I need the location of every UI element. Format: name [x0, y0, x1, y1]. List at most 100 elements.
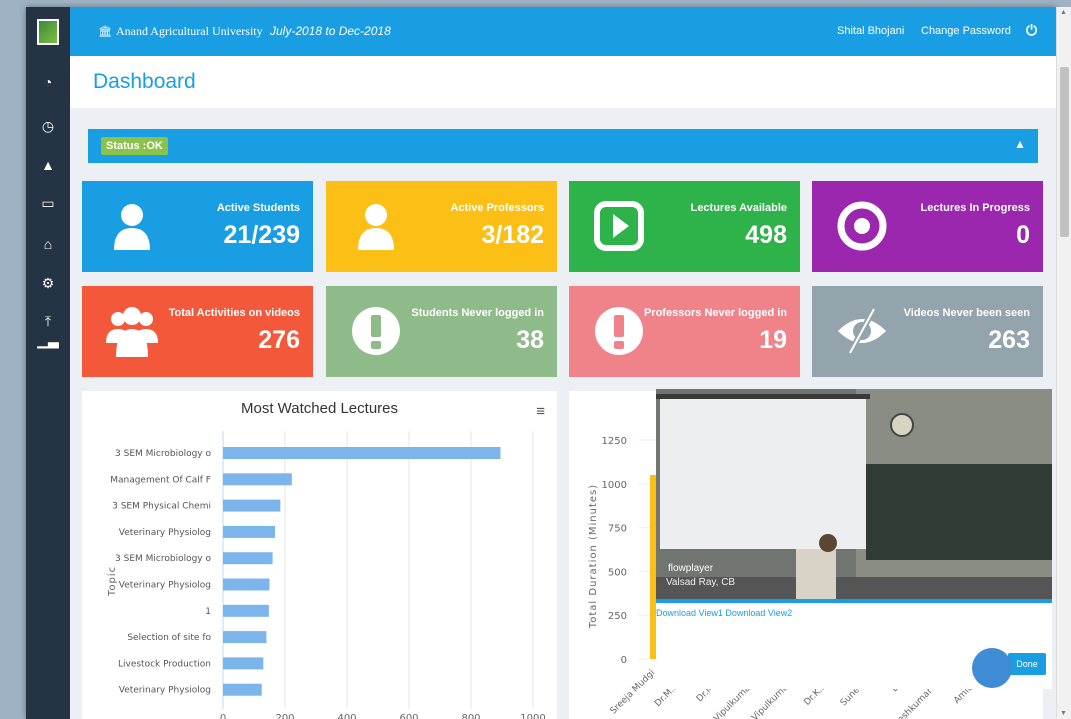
- bar: [223, 631, 267, 644]
- bar: [223, 525, 276, 538]
- video-watermark: flowplayer: [668, 563, 714, 574]
- monitor-icon[interactable]: ▭: [26, 195, 70, 212]
- user-icon: [114, 204, 150, 250]
- exclamation-icon: [595, 307, 643, 355]
- done-button[interactable]: Done: [1008, 653, 1046, 675]
- card-label: Total Activities on videos: [168, 307, 300, 319]
- exclamation-icon: [352, 307, 400, 355]
- video-screen[interactable]: flowplayer Valsad Ray, CB: [656, 389, 1052, 603]
- status-badge: Status :OK: [101, 137, 168, 155]
- y-tick-label: 3 SEM Microbiology o: [115, 554, 211, 564]
- bar: [223, 447, 501, 459]
- card-students-never-logged[interactable]: Students Never logged in 38: [326, 286, 557, 377]
- gear-icon[interactable]: ⚙: [26, 275, 70, 292]
- bar: [223, 604, 269, 617]
- bar-chart-icon[interactable]: ▁▃: [26, 332, 70, 349]
- scrollbar[interactable]: ▲ ▼: [1056, 7, 1071, 719]
- bar: [223, 552, 273, 565]
- card-videos-never-seen[interactable]: Videos Never been seen 263: [812, 286, 1043, 377]
- y-tick-label: 0: [621, 655, 627, 666]
- x-tick-label: 600: [399, 713, 418, 719]
- y-tick-label: Livestock Production: [118, 659, 211, 669]
- y-tick-label: 1: [205, 607, 211, 617]
- scrollbar-thumb[interactable]: [1060, 67, 1069, 237]
- card-label: Lectures In Progress: [920, 202, 1030, 214]
- y-axis-title: Total Duration (Minutes): [588, 484, 599, 629]
- browser-viewport: 🏛 Anand Agricultural University July-2018…: [26, 7, 1056, 719]
- clock-icon[interactable]: ◷: [26, 118, 70, 135]
- y-tick-label: Veterinary Physiolog: [119, 581, 211, 591]
- y-axis-title: Topic: [107, 566, 118, 597]
- card-value: 0: [1016, 221, 1030, 249]
- x-tick-label: 200: [275, 713, 294, 719]
- card-active-professors[interactable]: Active Professors 3/182: [326, 181, 557, 272]
- download-links[interactable]: Download View1 Download View2: [656, 608, 792, 618]
- change-password-link[interactable]: Change Password: [921, 25, 1011, 37]
- university-name[interactable]: 🏛 Anand Agricultural University: [98, 24, 263, 39]
- target-icon: [837, 201, 887, 251]
- card-value: 276: [258, 326, 300, 354]
- y-tick-label: Veterinary Physiolog: [119, 528, 211, 538]
- scroll-down-icon[interactable]: ▼: [1060, 710, 1067, 717]
- logo-box[interactable]: [26, 7, 70, 56]
- x-tick-label: Sreeja Mudgi: [609, 668, 657, 716]
- card-value: 19: [759, 326, 787, 354]
- card-value: 498: [745, 221, 787, 249]
- page-title: Dashboard: [93, 70, 196, 93]
- bar: [223, 473, 292, 486]
- x-tick-label: 1000: [520, 713, 545, 719]
- y-tick-label: 3 SEM Microbiology o: [115, 449, 211, 459]
- y-tick-label: 3 SEM Physical Chemi: [112, 502, 211, 512]
- video-caption: Valsad Ray, CB: [666, 577, 735, 588]
- lecture-video-frame: flowplayer Valsad Ray, CB: [656, 389, 1052, 603]
- y-tick-label: Veterinary Physiolog: [119, 686, 211, 696]
- x-tick-label: 800: [461, 713, 480, 719]
- user-icon: [358, 204, 394, 250]
- session-label: July-2018 to Dec-2018: [270, 24, 391, 38]
- card-active-students[interactable]: Active Students 21/239: [82, 181, 313, 272]
- upload-icon[interactable]: ⤒: [26, 313, 70, 330]
- card-value: 21/239: [223, 221, 300, 249]
- user-name[interactable]: Shital Bhojani: [837, 25, 904, 37]
- bar: [223, 499, 281, 512]
- x-tick-label: 0: [220, 713, 226, 719]
- chat-bubble-button[interactable]: [972, 648, 1012, 688]
- card-label: Active Students: [216, 202, 300, 214]
- sidebar: ◔ ◷ ▲ ▭ ⌂ ⚙ ⤒ ▁▃: [26, 56, 70, 719]
- y-tick-label: Management Of Calf F: [110, 475, 211, 485]
- university-icon[interactable]: ⌂: [26, 236, 70, 252]
- most-watched-panel: Most Watched Lectures ≡ 0 200 400 600 800 100…: [82, 391, 557, 719]
- play-icon: [594, 201, 644, 251]
- scroll-up-icon[interactable]: ▲: [1060, 9, 1067, 16]
- users-icon: [106, 307, 158, 357]
- card-label: Lectures Available: [690, 202, 787, 214]
- card-total-activities[interactable]: Total Activities on videos 276: [82, 286, 313, 377]
- chevron-up-icon[interactable]: ▲: [1014, 137, 1026, 151]
- card-lectures-in-progress[interactable]: Lectures In Progress 0: [812, 181, 1043, 272]
- university-name-text: Anand Agricultural University: [115, 24, 263, 38]
- card-label: Active Professors: [450, 202, 544, 214]
- dashboard-icon[interactable]: ◔: [26, 74, 70, 90]
- university-logo: [37, 18, 59, 45]
- bar: [223, 657, 264, 670]
- page-header: Dashboard: [70, 56, 1056, 108]
- card-professors-never-logged[interactable]: Professors Never logged in 19: [569, 286, 800, 377]
- video-player-overlay[interactable]: flowplayer Valsad Ray, CB Download View1…: [656, 389, 1052, 689]
- card-label: Professors Never logged in: [643, 307, 787, 319]
- card-value: 263: [988, 326, 1030, 354]
- card-value: 3/182: [481, 221, 544, 249]
- bar: [223, 578, 270, 591]
- power-icon[interactable]: ⏻: [1026, 22, 1037, 39]
- x-tick-label: 400: [337, 713, 356, 719]
- card-value: 38: [516, 326, 544, 354]
- card-lectures-available[interactable]: Lectures Available 498: [569, 181, 800, 272]
- university-icon: 🏛: [98, 26, 112, 38]
- y-tick-label: 1250: [602, 436, 627, 447]
- card-label: Videos Never been seen: [903, 307, 1030, 319]
- top-navbar: 🏛 Anand Agricultural University July-2018…: [26, 7, 1056, 56]
- y-tick-label: Selection of site fo: [127, 633, 211, 643]
- eye-slash-icon: [838, 307, 886, 355]
- y-tick-label: 250: [608, 611, 627, 622]
- user-icon[interactable]: ▲: [26, 157, 70, 173]
- y-tick-label: 750: [608, 524, 627, 535]
